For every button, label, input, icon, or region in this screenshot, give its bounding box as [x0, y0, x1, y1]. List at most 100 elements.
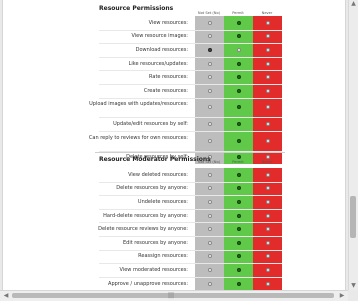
radio-never[interactable] [265, 105, 270, 110]
radio-permit[interactable] [236, 227, 241, 232]
permission-row: Delete resource reviews by anyone: [3, 222, 345, 236]
radio-never[interactable] [265, 122, 270, 127]
radio-never[interactable] [265, 172, 270, 177]
row-separator [99, 29, 282, 31]
permission-label: Can reply to reviews for own resources: [88, 134, 188, 141]
permission-label: Upload images with updates/resources: [89, 101, 188, 108]
radio-never[interactable] [265, 47, 270, 52]
permission-label: Create resources: [143, 87, 188, 94]
radio-never[interactable] [265, 213, 270, 218]
row-separator [99, 56, 282, 58]
radio-permit[interactable] [236, 47, 241, 52]
radio-permit[interactable] [236, 155, 241, 160]
permission-row: Approve / unapprove resources: [3, 276, 345, 291]
row-separator [99, 130, 282, 132]
radio-permit[interactable] [236, 34, 241, 39]
radio-not-set[interactable] [207, 281, 212, 286]
permission-row: Rate resources: [3, 70, 345, 84]
permission-row: Update/edit resources by self: [3, 117, 345, 131]
radio-permit[interactable] [236, 254, 241, 259]
radio-permit[interactable] [236, 267, 241, 272]
radio-never[interactable] [265, 88, 270, 93]
radio-permit[interactable] [236, 186, 241, 191]
radio-never[interactable] [265, 138, 270, 143]
permission-label: Like resources/updates: [128, 60, 188, 67]
vertical-scroll-thumb[interactable] [350, 196, 356, 238]
permission-label: Approve / unapprove resources: [108, 280, 188, 287]
radio-permit[interactable] [236, 281, 241, 286]
permission-row: Like resources/updates: [3, 56, 345, 71]
permission-label: View moderated resources: [119, 266, 188, 273]
scroll-up-arrow-icon[interactable]: ▲ [349, 0, 358, 8]
radio-never[interactable] [265, 240, 270, 245]
radio-permit[interactable] [236, 172, 241, 177]
permission-row: Edit resources by anyone: [3, 236, 345, 250]
radio-never[interactable] [265, 281, 270, 286]
radio-permit[interactable] [236, 213, 241, 218]
row-separator [99, 236, 282, 237]
permission-row: View resources: [3, 16, 345, 30]
radio-never[interactable] [265, 155, 270, 160]
radio-not-set[interactable] [207, 75, 212, 80]
radio-not-set[interactable] [207, 138, 212, 143]
radio-not-set[interactable] [207, 213, 212, 218]
radio-permit[interactable] [236, 20, 241, 25]
radio-not-set[interactable] [207, 105, 212, 110]
row-separator [99, 43, 282, 45]
radio-not-set[interactable] [207, 34, 212, 39]
radio-not-set[interactable] [207, 227, 212, 232]
permission-row: Upload images with updates/resources: [3, 97, 345, 118]
radio-not-set[interactable] [207, 267, 212, 272]
section-divider [95, 152, 285, 153]
horizontal-scrollbar[interactable]: ◀ ||| ▶ [0, 290, 348, 301]
permission-label: View deleted resources: [128, 171, 188, 178]
radio-permit[interactable] [236, 240, 241, 245]
row-separator [99, 276, 282, 278]
vertical-scrollbar[interactable]: ▲ ▼ [348, 0, 358, 290]
radio-not-set[interactable] [207, 254, 212, 259]
row-separator [99, 208, 282, 210]
permission-label: Hard-delete resources by anyone: [103, 212, 188, 219]
permission-label: Rate resources: [149, 74, 188, 81]
radio-never[interactable] [265, 254, 270, 259]
permission-row: Download resources: [3, 43, 345, 57]
column-header-not-set: Not Set (No) [197, 160, 221, 164]
row-separator [99, 117, 282, 119]
radio-not-set[interactable] [207, 186, 212, 191]
column-header-never: Never [261, 160, 273, 164]
radio-not-set[interactable] [207, 61, 212, 66]
radio-not-set[interactable] [207, 122, 212, 127]
radio-permit[interactable] [236, 122, 241, 127]
radio-not-set[interactable] [207, 20, 212, 25]
radio-not-set[interactable] [207, 172, 212, 177]
radio-never[interactable] [265, 61, 270, 66]
column-header-permit: Permit [232, 160, 244, 164]
radio-not-set[interactable] [207, 88, 212, 93]
radio-permit[interactable] [236, 88, 241, 93]
permission-row: Delete resources by anyone: [3, 181, 345, 196]
radio-not-set[interactable] [207, 47, 212, 52]
permission-label: Delete resource reviews by anyone: [98, 226, 188, 233]
radio-not-set[interactable] [207, 240, 212, 245]
permission-label: Delete resources by anyone: [116, 185, 188, 192]
radio-never[interactable] [265, 227, 270, 232]
permission-row: Can reply to reviews for own resources: [3, 130, 345, 151]
radio-never[interactable] [265, 34, 270, 39]
radio-permit[interactable] [236, 138, 241, 143]
radio-never[interactable] [265, 199, 270, 204]
radio-permit[interactable] [236, 199, 241, 204]
radio-permit[interactable] [236, 61, 241, 66]
radio-permit[interactable] [236, 105, 241, 110]
radio-not-set[interactable] [207, 199, 212, 204]
column-header-not-set: Not Set (No) [197, 11, 221, 15]
row-separator [99, 70, 282, 72]
scroll-down-arrow-icon[interactable]: ▼ [349, 282, 358, 290]
permission-label: View resources: [148, 19, 188, 26]
radio-never[interactable] [265, 267, 270, 272]
radio-permit[interactable] [236, 75, 241, 80]
radio-never[interactable] [265, 20, 270, 25]
radio-never[interactable] [265, 186, 270, 191]
row-separator [99, 97, 282, 99]
permission-row: View moderated resources: [3, 263, 345, 277]
radio-never[interactable] [265, 75, 270, 80]
